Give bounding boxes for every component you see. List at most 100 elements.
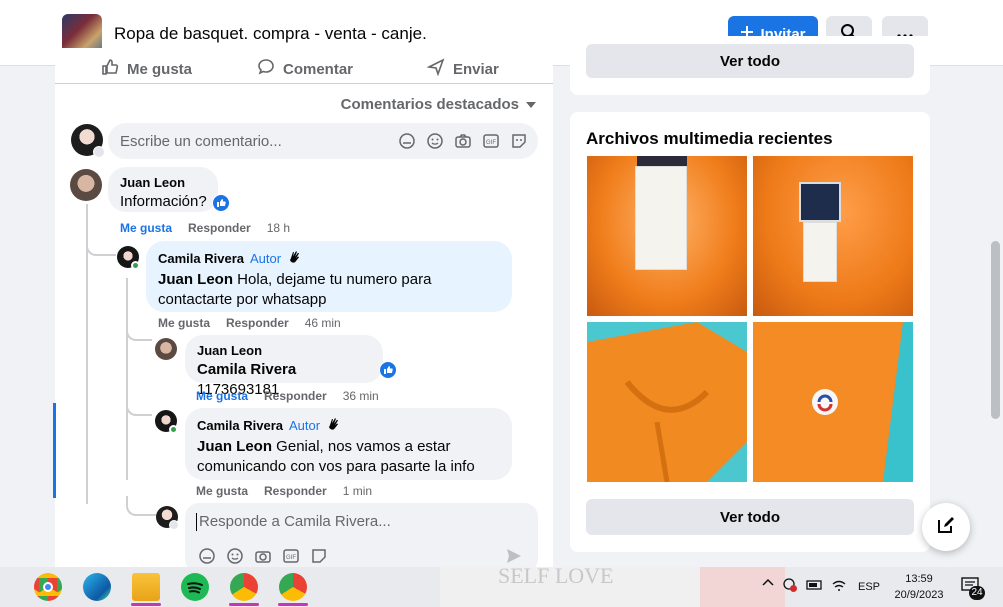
gif-icon[interactable]: GIF	[282, 547, 300, 565]
comment-action[interactable]: Comentar	[257, 58, 353, 80]
chevron-down-icon[interactable]	[93, 146, 105, 158]
wallpaper-text: SELF LOVE	[498, 563, 614, 588]
comment-input[interactable]: Escribe un comentario... GIF	[108, 123, 538, 159]
notification-count: 24	[969, 586, 985, 600]
online-status-dot	[169, 425, 178, 434]
chrome-icon[interactable]	[34, 573, 62, 601]
language-indicator[interactable]: ESP	[858, 581, 880, 593]
mention-link[interactable]: Juan Leon	[197, 438, 272, 455]
commenter-avatar[interactable]	[155, 338, 177, 360]
comment-header: Camila Rivera Autor	[197, 416, 500, 435]
comment-text: Juan Leon Hola, dejame tu numero para co…	[158, 270, 500, 310]
mention-link[interactable]: Camila Rivera	[197, 361, 296, 378]
comment-header: Camila Rivera Autor	[158, 249, 500, 268]
author-badge: Autor	[250, 251, 282, 266]
taskbar: SELF LOVE ESP 13:59 20/9/2023 24	[0, 563, 1003, 607]
brand-tag	[799, 182, 841, 222]
edge-icon[interactable]	[83, 573, 111, 601]
clock[interactable]: 13:59 20/9/2023	[893, 571, 945, 603]
see-all-button[interactable]: Ver todo	[586, 44, 914, 78]
media-thumbnail[interactable]	[587, 156, 747, 316]
thread-line	[126, 278, 128, 480]
comment-timestamp[interactable]: 36 min	[343, 389, 379, 403]
comment-meta: Me gusta Responder 1 min	[196, 484, 372, 498]
avatar-sticker-icon[interactable]	[398, 132, 416, 150]
like-reaction-icon[interactable]	[379, 361, 397, 379]
comment-timestamp[interactable]: 1 min	[343, 484, 372, 498]
reply-comment-link[interactable]: Responder	[264, 389, 327, 403]
reply-comment-link[interactable]: Responder	[226, 316, 289, 330]
chevron-up-icon[interactable]	[762, 577, 774, 592]
sticker-icon[interactable]	[310, 547, 328, 565]
spotify-icon[interactable]	[181, 573, 209, 601]
thread-connector	[126, 323, 152, 341]
comment-icon	[257, 58, 275, 80]
wifi-icon[interactable]	[831, 577, 847, 596]
send-action-label: Enviar	[453, 60, 499, 78]
comment-action-label: Comentar	[283, 60, 354, 78]
wave-icon	[326, 416, 342, 435]
camera-icon[interactable]	[454, 132, 472, 150]
like-action[interactable]: Me gusta	[101, 58, 192, 80]
comments-sort-dropdown[interactable]: Comentarios destacados	[341, 96, 537, 113]
chrome-profile-icon[interactable]	[230, 573, 258, 601]
thumbs-up-icon	[101, 58, 119, 80]
comment-author[interactable]: Juan Leon	[120, 175, 206, 190]
comment-author[interactable]: Camila Rivera	[197, 418, 283, 433]
comment-text: Juan Leon Genial, nos vamos a estar comu…	[197, 437, 500, 477]
media-thumbnail[interactable]	[753, 322, 913, 482]
media-thumbnail[interactable]	[587, 322, 747, 482]
file-explorer-icon[interactable]	[132, 573, 160, 601]
reply-comment-link[interactable]: Responder	[188, 221, 251, 235]
text-cursor	[196, 513, 197, 531]
like-action-label: Me gusta	[127, 60, 193, 78]
scrollbar[interactable]	[988, 66, 1003, 567]
active-app-indicator	[131, 603, 161, 606]
svg-text:GIF: GIF	[486, 140, 496, 146]
emoji-icon[interactable]	[426, 132, 444, 150]
gif-icon[interactable]: GIF	[482, 132, 500, 150]
chrome-profile-icon[interactable]	[279, 573, 307, 601]
media-thumbnail[interactable]	[753, 156, 913, 316]
mention-link[interactable]: Juan Leon	[158, 271, 233, 288]
clock-time: 13:59	[905, 573, 933, 585]
group-title[interactable]: Ropa de basquet. compra - venta - canje.	[114, 24, 427, 44]
emoji-icon[interactable]	[226, 547, 244, 565]
thread-connector	[126, 398, 152, 416]
svg-text:GIF: GIF	[286, 555, 296, 561]
post-panel: Me gusta Comentar Enviar Comentarios des…	[55, 48, 553, 573]
scrollbar-thumb[interactable]	[991, 241, 1000, 419]
network-status-icon[interactable]	[782, 577, 798, 596]
comment-timestamp[interactable]: 18 h	[267, 221, 290, 235]
see-all-media-button[interactable]: Ver todo	[586, 499, 914, 535]
comment-timestamp[interactable]: 46 min	[305, 316, 341, 330]
comment-meta: Me gusta Responder 18 h	[120, 221, 290, 235]
comment-author[interactable]: Camila Rivera	[158, 251, 244, 266]
reply-comment-link[interactable]: Responder	[264, 484, 327, 498]
comment-input-placeholder: Escribe un comentario...	[120, 133, 282, 150]
camera-icon[interactable]	[254, 547, 272, 565]
author-badge: Autor	[289, 418, 321, 433]
comment-author[interactable]: Juan Leon	[197, 343, 371, 358]
care-label	[803, 222, 837, 282]
reply-input[interactable]: Responde a Camila Rivera... GIF	[185, 503, 538, 573]
new-post-button[interactable]	[922, 503, 970, 551]
battery-icon[interactable]	[806, 578, 824, 595]
avatar-sticker-icon[interactable]	[198, 547, 216, 565]
comments-sort-label: Comentarios destacados	[340, 96, 519, 113]
online-status-dot	[131, 261, 140, 270]
like-comment-link[interactable]: Me gusta	[120, 221, 172, 235]
commenter-avatar[interactable]	[70, 169, 102, 201]
like-comment-link[interactable]: Me gusta	[196, 389, 248, 403]
chevron-down-icon[interactable]	[169, 520, 179, 530]
focus-indicator	[53, 403, 56, 498]
comment-meta: Me gusta Responder 46 min	[158, 316, 341, 330]
like-comment-link[interactable]: Me gusta	[158, 316, 210, 330]
like-reaction-icon[interactable]	[212, 194, 230, 212]
previous-card: Ver todo	[570, 36, 930, 95]
comment-bubble: Camila Rivera Autor Juan Leon Genial, no…	[185, 408, 512, 480]
sticker-icon[interactable]	[510, 132, 528, 150]
send-action[interactable]: Enviar	[426, 58, 499, 80]
like-comment-link[interactable]: Me gusta	[196, 484, 248, 498]
reply-input-placeholder: Responde a Camila Rivera...	[199, 513, 391, 530]
